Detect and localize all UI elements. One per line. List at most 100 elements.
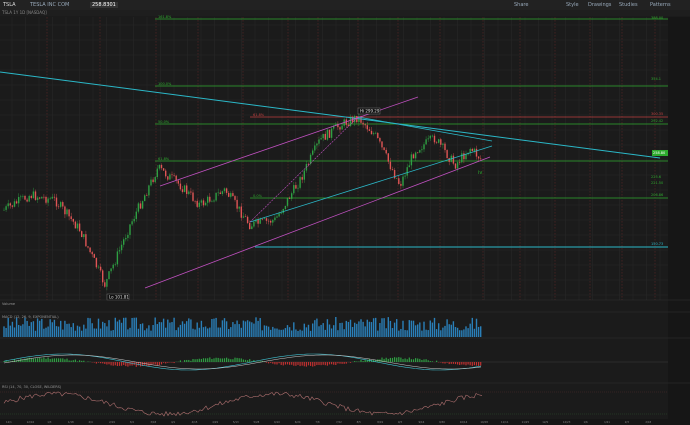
time-tick: 11/11 [501,420,509,424]
price-label: 150.73 [651,242,663,246]
magenta-channel-lower[interactable] [144,156,491,289]
candle-body [55,197,58,207]
volume-bar [62,329,64,337]
macd-bar [47,357,49,362]
fib-percent: 100.0% [158,82,172,86]
volume-bar [372,318,375,337]
volume-bar [417,324,419,337]
volume-bar [28,325,30,337]
volume-bar [209,327,211,337]
volume-bar [129,327,131,337]
time-tick: 12/1 [6,420,12,424]
candle-body [93,254,95,258]
volume-bar [188,318,190,337]
volume-bar [93,328,95,337]
candle-body [288,197,291,199]
volume-bar [177,327,179,337]
volume-bar [202,327,205,337]
candle-body [459,162,461,163]
macd-bar [244,359,247,362]
candle-body [251,226,253,230]
candle-body [183,185,186,192]
macd-bar [30,358,32,362]
candle-body [427,138,429,140]
candle-body [99,266,102,271]
candle-body [238,206,240,209]
macd-bar [295,362,297,366]
candle-body [299,177,301,188]
cyan-lower-line[interactable] [249,145,493,223]
macd-bar [268,362,270,364]
axis-bg [668,17,690,425]
macd-bar [242,359,244,362]
price-label: 206.86 [651,193,663,197]
macd-bar [41,358,43,362]
volume-bar [475,318,478,337]
candle-body [209,196,211,202]
candle-body [263,218,266,219]
volume-bar [167,319,169,337]
time-tick: 2/3 [625,420,630,424]
candle-body [81,231,83,238]
candle-body [97,266,100,268]
price-chart[interactable]: 161.8% 100.0% 61.8% 50.0% 61.8% 0.0% Hi 299.2… [0,0,690,425]
candle-body [475,148,478,157]
macd-bar [459,362,461,366]
volume-bar [133,317,135,337]
volume-bar [249,321,251,337]
candle-body [198,202,200,207]
volume-bar [66,323,68,337]
volume-bar [259,318,261,337]
macd-bar [165,362,167,364]
volume-bar [183,323,186,337]
macd-bar [400,357,402,362]
volume-bar [116,321,119,337]
candle-body [144,195,146,202]
volume-bar [211,319,213,337]
volume-bar [307,324,310,337]
volume-bar [438,323,440,337]
volume-bar [465,326,467,337]
price-label: 292.42 [651,119,663,123]
candle-body [391,169,394,171]
candle-body [316,143,318,146]
time-tick: 1/6 [584,420,589,424]
macd-bar [345,362,347,364]
time-tick: 1/21 [604,420,610,424]
volume-bar [43,328,45,337]
macd-bar [226,357,228,362]
macd-bar [34,358,37,362]
volume-bar [173,317,175,337]
magenta-channel-mid[interactable] [249,116,359,223]
volume-bar [144,330,146,337]
candle-body [146,195,148,196]
macd-bar [95,362,97,364]
macd-bar [440,362,442,363]
price-label: 354.1 [651,77,661,81]
volume-bar [152,325,154,337]
volume-bar [70,327,72,337]
candle-body [452,155,455,164]
candle-body [43,196,45,198]
candle-body [64,206,66,215]
macd-bar [209,357,211,362]
candle-body [419,150,421,153]
macd-bar [331,362,333,365]
candle-body [83,234,85,238]
time-tick: 3/4 [130,420,135,424]
macd-bar [282,362,284,366]
volume-bar [297,330,299,337]
candle-body [261,218,263,220]
candle-body [139,203,142,209]
macd-bar [58,358,60,362]
macd-bar [217,357,219,362]
macd-bar [211,358,213,362]
volume-bar [255,317,257,337]
candle-body [49,198,51,200]
time-tick: 6/24 [295,420,301,424]
macd-bar [415,358,417,362]
candle-body [438,139,440,143]
macd-bar [118,362,121,366]
candle-body [47,198,49,203]
volume-bar [99,328,102,337]
